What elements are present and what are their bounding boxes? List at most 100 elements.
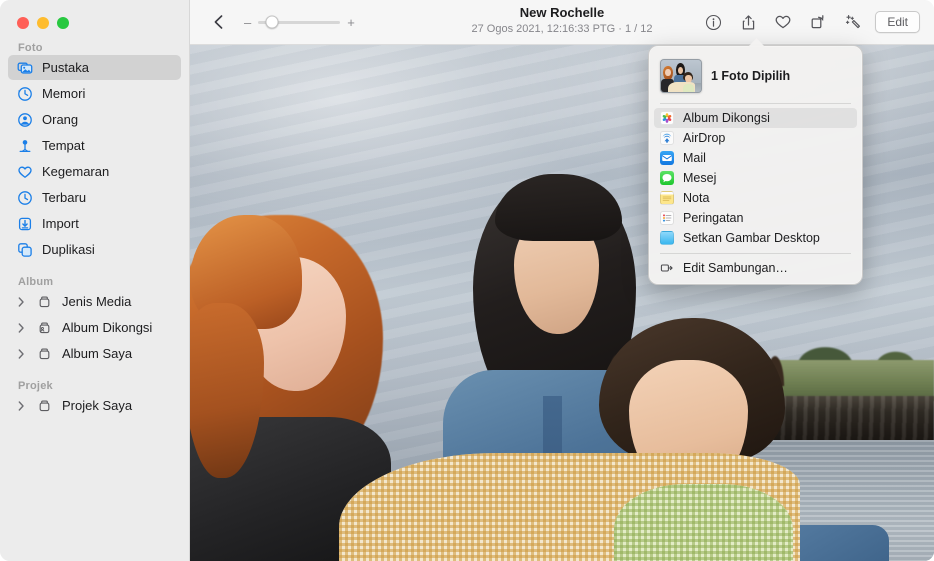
toolbar-right-group: Edit: [700, 9, 934, 35]
sidebar-item-label: Tempat: [42, 138, 85, 153]
zoom-in-label[interactable]: +: [347, 16, 355, 29]
zoom-out-label[interactable]: –: [244, 16, 251, 29]
chevron-right-icon[interactable]: [16, 297, 27, 307]
share-item-mesej[interactable]: Mesej: [654, 168, 857, 188]
chevron-right-icon[interactable]: [16, 401, 27, 411]
close-button[interactable]: [17, 17, 29, 29]
sidebar-item-label: Kegemaran: [42, 164, 109, 179]
selection-count-label: 1 Foto Dipilih: [711, 69, 790, 83]
info-icon[interactable]: [700, 9, 726, 35]
extensions-icon: [660, 261, 674, 275]
reminders-app-icon: [660, 211, 674, 225]
share-item-peringatan[interactable]: Peringatan: [654, 208, 857, 228]
window-controls[interactable]: [17, 17, 69, 29]
share-icon[interactable]: [735, 9, 761, 35]
sidebar-list-album: Jenis Media Album Dikongsi: [0, 289, 189, 366]
share-item-label: AirDrop: [683, 131, 725, 145]
sidebar-item-label: Album Saya: [62, 346, 132, 361]
sidebar-item-projek-saya[interactable]: Projek Saya: [8, 393, 181, 418]
sidebar: Foto Pustaka Memori: [0, 0, 190, 561]
album-icon: [36, 345, 53, 362]
mail-app-icon: [660, 151, 674, 165]
sidebar-section-album-title: Album: [0, 276, 189, 288]
clock-icon: [16, 189, 33, 206]
share-item-mail[interactable]: Mail: [654, 148, 857, 168]
sidebar-item-label: Memori: [42, 86, 85, 101]
share-item-airdrop[interactable]: AirDrop: [654, 128, 857, 148]
airdrop-icon: [660, 131, 674, 145]
chevron-right-icon[interactable]: [16, 349, 27, 359]
sidebar-item-pustaka[interactable]: Pustaka: [8, 55, 181, 80]
share-item-label: Nota: [683, 191, 709, 205]
share-popover: 1 Foto Dipilih Album Dikongsi: [648, 45, 863, 285]
sidebar-list-foto: Pustaka Memori Orang: [0, 55, 189, 262]
minimize-button[interactable]: [37, 17, 49, 29]
sidebar-list-projek: Projek Saya: [0, 393, 189, 418]
sidebar-item-tempat[interactable]: Tempat: [8, 133, 181, 158]
page-title: New Rochelle: [520, 5, 605, 21]
edit-button[interactable]: Edit: [875, 11, 920, 33]
messages-app-icon: [660, 171, 674, 185]
memories-icon: [16, 85, 33, 102]
sidebar-item-jenis-media[interactable]: Jenis Media: [8, 289, 181, 314]
zoom-slider-track[interactable]: [258, 21, 340, 24]
photos-app-icon: [660, 111, 674, 125]
people-icon: [16, 111, 33, 128]
share-item-label: Peringatan: [683, 211, 743, 225]
share-item-nota[interactable]: Nota: [654, 188, 857, 208]
photo-person-3-collar: [614, 484, 793, 561]
sidebar-item-label: Projek Saya: [62, 398, 132, 413]
sidebar-item-kegemaran[interactable]: Kegemaran: [8, 159, 181, 184]
popover-header: 1 Foto Dipilih: [649, 52, 862, 102]
share-item-label: Album Dikongsi: [683, 111, 770, 125]
chevron-right-icon[interactable]: [16, 323, 27, 333]
library-icon: [16, 59, 33, 76]
zoom-slider[interactable]: – +: [244, 16, 355, 29]
places-icon: [16, 137, 33, 154]
enhance-icon[interactable]: [840, 9, 866, 35]
rotate-icon[interactable]: [805, 9, 831, 35]
sidebar-item-terbaru[interactable]: Terbaru: [8, 185, 181, 210]
desktop-picture-icon: [660, 231, 674, 245]
sidebar-item-label: Pustaka: [42, 60, 89, 75]
share-menu-footer: Edit Sambungan…: [649, 258, 862, 278]
share-item-edit-sambungan[interactable]: Edit Sambungan…: [654, 258, 857, 278]
sidebar-item-orang[interactable]: Orang: [8, 107, 181, 132]
popover-divider-bottom: [660, 253, 851, 254]
favorite-icon[interactable]: [770, 9, 796, 35]
sidebar-item-duplikasi[interactable]: Duplikasi: [8, 237, 181, 262]
selected-photo-thumbnail: [660, 59, 702, 93]
notes-app-icon: [660, 191, 674, 205]
zoom-slider-knob[interactable]: [266, 16, 279, 29]
sidebar-item-label: Album Dikongsi: [62, 320, 152, 335]
sidebar-item-label: Terbaru: [42, 190, 86, 205]
share-menu: Album Dikongsi AirDrop: [649, 108, 862, 248]
sidebar-item-label: Import: [42, 216, 79, 231]
share-item-setkan-gambar-desktop[interactable]: Setkan Gambar Desktop: [654, 228, 857, 248]
share-item-label: Setkan Gambar Desktop: [683, 231, 820, 245]
sidebar-item-label: Jenis Media: [62, 294, 131, 309]
photos-window: Foto Pustaka Memori: [0, 0, 934, 561]
maximize-button[interactable]: [57, 17, 69, 29]
sidebar-item-memori[interactable]: Memori: [8, 81, 181, 106]
share-item-label: Mail: [683, 151, 706, 165]
popover-divider-top: [660, 103, 851, 104]
share-item-label: Edit Sambungan…: [683, 261, 788, 275]
back-button[interactable]: [206, 9, 232, 35]
sidebar-item-import[interactable]: Import: [8, 211, 181, 236]
sidebar-item-album-dikongsi[interactable]: Album Dikongsi: [8, 315, 181, 340]
toolbar: – + New Rochelle 27 Ogos 2021, 12:16:33 …: [190, 0, 934, 45]
duplicates-icon: [16, 241, 33, 258]
import-icon: [16, 215, 33, 232]
sidebar-section-projek-title: Projek: [0, 380, 189, 392]
photo-metadata: 27 Ogos 2021, 12:16:33 PTG · 1 / 12: [471, 22, 652, 37]
shared-album-icon: [36, 319, 53, 336]
share-item-album-dikongsi[interactable]: Album Dikongsi: [654, 108, 857, 128]
album-icon: [36, 293, 53, 310]
sidebar-item-album-saya[interactable]: Album Saya: [8, 341, 181, 366]
toolbar-left-group: – +: [190, 9, 355, 35]
album-icon: [36, 397, 53, 414]
sidebar-item-label: Duplikasi: [42, 242, 95, 257]
sidebar-section-foto-title: Foto: [0, 42, 189, 54]
sidebar-item-label: Orang: [42, 112, 78, 127]
